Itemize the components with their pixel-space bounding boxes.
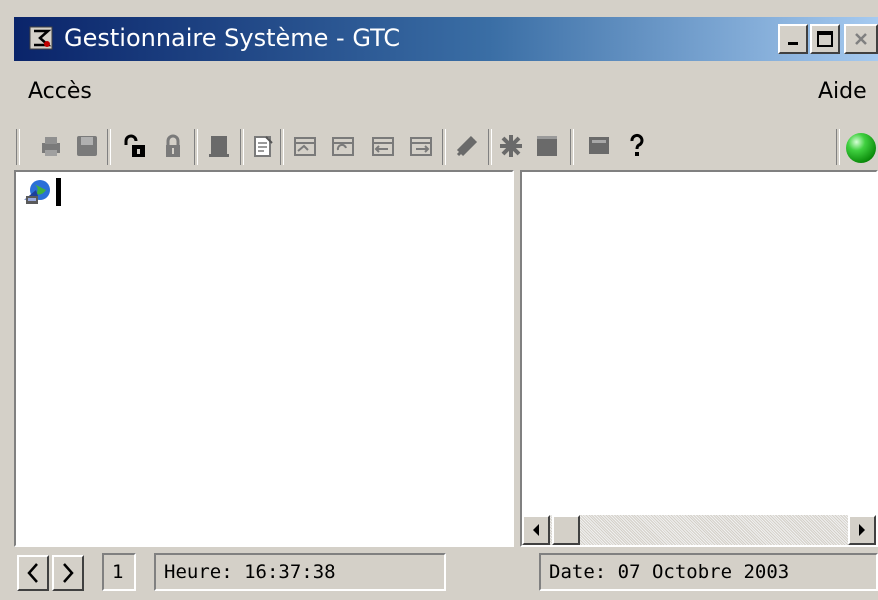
menu-aide[interactable]: Aide [818, 78, 867, 106]
toolbar-separator [836, 129, 840, 165]
detail-panel[interactable] [520, 170, 878, 547]
toolbar-separator [280, 129, 284, 165]
minimize-button[interactable] [778, 24, 808, 54]
rack-icon-2[interactable] [330, 133, 356, 159]
chevron-right-icon [63, 563, 74, 583]
date-display: Date: 07 Octobre 2003 [539, 553, 878, 591]
window-icon[interactable] [534, 133, 560, 159]
page-indicator: 1 [102, 553, 136, 591]
rack-icon-4[interactable] [408, 133, 434, 159]
scroll-left-button[interactable] [522, 515, 550, 545]
network-globe-icon[interactable] [22, 178, 52, 206]
server-icon[interactable] [206, 133, 232, 159]
minimize-icon [788, 42, 798, 45]
monitor-icon[interactable] [586, 133, 612, 159]
window-title: Gestionnaire Système - GTC [64, 24, 401, 52]
document-edit-icon[interactable] [250, 133, 276, 159]
network-icon[interactable] [498, 133, 524, 159]
arrow-right-icon [859, 524, 865, 536]
tools-icon[interactable] [454, 133, 480, 159]
help-icon[interactable] [624, 133, 650, 159]
toolbar-separator [442, 129, 446, 165]
time-display: Heure: 16:37:38 [154, 553, 446, 591]
toolbar [14, 125, 878, 169]
unlock-icon[interactable] [122, 133, 148, 159]
next-button[interactable] [52, 555, 84, 591]
rack-icon-1[interactable] [292, 133, 318, 159]
toolbar-separator [570, 129, 574, 165]
tree-panel[interactable] [14, 170, 514, 547]
lock-icon[interactable] [160, 133, 186, 159]
toolbar-separator [194, 129, 198, 165]
scroll-right-button[interactable] [848, 515, 876, 545]
maximize-button[interactable] [810, 24, 840, 54]
toolbar-separator [488, 129, 492, 165]
toolbar-separator [16, 129, 20, 165]
title-bar[interactable]: Gestionnaire Système - GTC [14, 17, 878, 61]
text-cursor [56, 178, 61, 206]
app-icon [29, 26, 53, 50]
horizontal-scrollbar[interactable] [522, 515, 876, 545]
chevron-left-icon [27, 563, 38, 583]
maximize-icon [817, 31, 833, 47]
rack-icon-3[interactable] [370, 133, 396, 159]
printer-icon[interactable] [38, 133, 64, 159]
arrow-left-icon [533, 524, 539, 536]
close-icon [855, 33, 867, 45]
previous-button[interactable] [17, 555, 49, 591]
menu-acces[interactable]: Accès [28, 78, 92, 106]
save-icon[interactable] [74, 133, 100, 159]
close-button[interactable] [844, 24, 878, 54]
toolbar-separator [107, 129, 111, 165]
toolbar-separator [240, 129, 244, 165]
connection-status-icon [846, 133, 876, 163]
scroll-thumb[interactable] [552, 515, 580, 545]
